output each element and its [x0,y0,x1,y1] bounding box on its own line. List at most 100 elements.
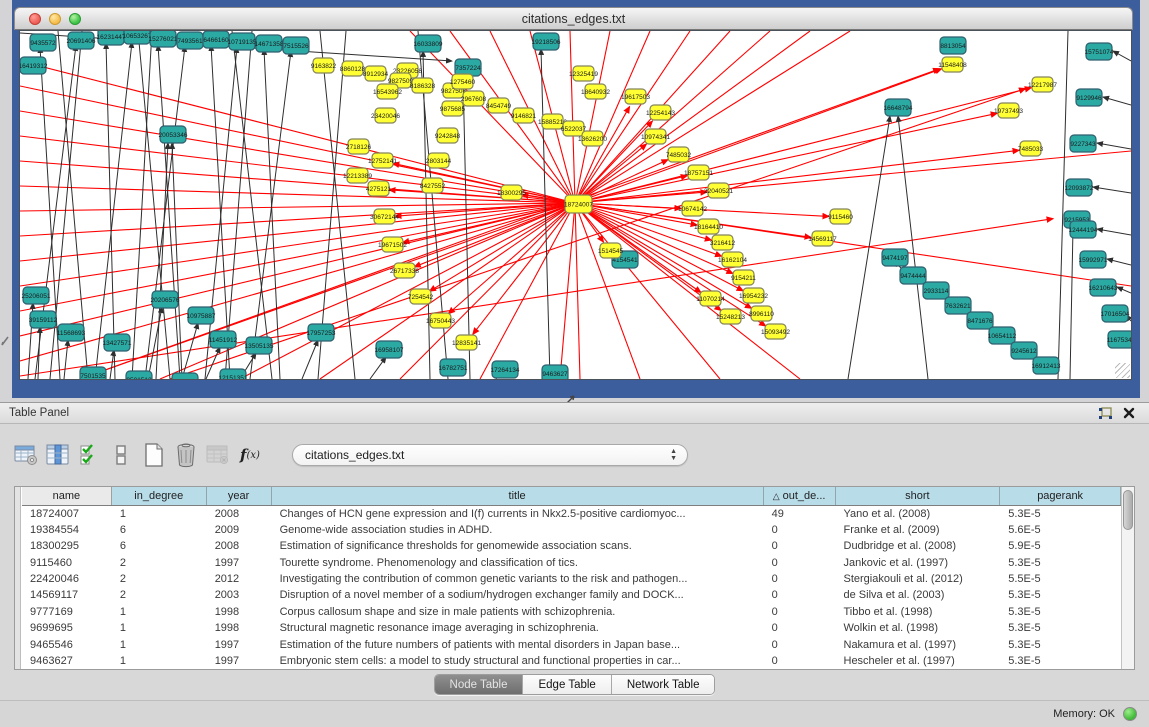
graph-node[interactable]: 13626200 [578,131,607,146]
table-cell[interactable]: Corpus callosum shape and size in male p… [272,604,764,620]
graph-node[interactable]: 9501513 [126,371,152,379]
graph-node[interactable]: 16782751 [439,359,468,376]
graph-node[interactable]: 9163822 [311,58,337,73]
table-cell[interactable]: Estimation of significance thresholds fo… [272,539,764,555]
graph-node[interactable]: 7485033 [1018,141,1044,156]
table-row[interactable]: 2242004622012Investigating the contribut… [22,572,1121,588]
table-cell[interactable]: 5.5E-5 [1000,572,1121,588]
graph-node[interactable]: 16210643 [1089,279,1118,296]
graph-node[interactable]: 14671358 [255,35,284,52]
graph-node[interactable]: 9115460 [828,209,853,224]
select-rows-icon[interactable] [78,442,102,468]
graph-node[interactable]: 16648794 [884,99,913,116]
graph-node[interactable]: 10654112 [988,327,1017,344]
table-cell[interactable]: 49 [764,506,836,522]
graph-node[interactable]: 30672144 [370,209,399,224]
table-cell[interactable]: 9699695 [22,621,112,637]
table-cell[interactable]: Changes of HCN gene expression and I(f) … [272,506,764,522]
graph-node[interactable]: 2803144 [426,153,452,168]
tab-node-table[interactable]: Node Table [435,675,524,694]
graph-node[interactable]: 4275121 [366,181,392,196]
table-cell[interactable]: 1 [112,637,207,653]
table-cell[interactable]: 2003 [207,588,272,604]
table-cell[interactable]: Investigating the contribution of common… [272,572,764,588]
table-cell[interactable]: 19384554 [22,522,112,538]
minimize-window-button[interactable] [49,13,61,25]
table-cell[interactable]: 5.3E-5 [1000,621,1121,637]
graph-node[interactable]: 16419312 [20,57,48,74]
close-window-button[interactable] [29,13,41,25]
import-table-icon[interactable] [206,442,230,468]
graph-node[interactable]: 16543962 [373,84,402,99]
window-titlebar[interactable]: citations_edges.txt [14,7,1133,30]
table-row[interactable]: 1872400712008Changes of HCN gene express… [22,506,1121,522]
graph-node[interactable]: 19617503 [621,89,650,104]
graph-node[interactable]: 12325419 [569,66,598,81]
table-cell[interactable]: Embryonic stem cells: a model to study s… [272,654,764,669]
tab-network-table[interactable]: Network Table [612,675,715,694]
graph-node[interactable]: 15015352 [171,373,200,379]
table-cell[interactable]: 5.3E-5 [1000,555,1121,571]
graph-node[interactable]: 11070214 [696,291,725,306]
table-cell[interactable]: 9777169 [22,604,112,620]
table-cell[interactable]: Estimation of the future numbers of pati… [272,637,764,653]
close-panel-icon[interactable] [1123,407,1135,419]
table-cell[interactable]: 2012 [207,572,272,588]
column-header-year[interactable]: year [207,487,272,505]
graph-node[interactable]: 13505135 [245,337,274,354]
table-cell[interactable]: 0 [764,572,836,588]
toggle-panel-icon[interactable] [110,442,134,468]
graph-node[interactable]: 18724007 [564,195,593,213]
scrollbar-thumb[interactable] [1123,490,1133,530]
table-cell[interactable]: 6 [112,539,207,555]
table-cell[interactable]: 9465546 [22,637,112,653]
graph-node[interactable]: 10653267 [123,31,152,44]
table-cell[interactable]: Stergiakouli et al. (2012) [836,572,1001,588]
graph-node[interactable]: 7515526 [283,37,309,54]
graph-node[interactable]: 8912934 [363,66,389,81]
graph-node[interactable]: 11548408 [938,57,967,72]
graph-node[interactable]: 19737493 [994,103,1023,118]
graph-node[interactable]: 13427571 [103,334,132,351]
table-cell[interactable]: 2008 [207,506,272,522]
graph-node[interactable]: 12093872 [1065,179,1094,196]
graph-node[interactable]: 8860128 [340,61,366,76]
graph-node[interactable]: 9129946 [1076,89,1102,106]
table-row[interactable]: 1830029562008Estimation of significance … [22,539,1121,555]
graph-node[interactable]: 18164410 [694,219,723,234]
table-cell[interactable]: 0 [764,604,836,620]
table-cell[interactable]: 1 [112,621,207,637]
table-settings-icon[interactable] [14,442,38,468]
table-row[interactable]: 946554611997Estimation of the future num… [22,637,1121,653]
graph-node[interactable]: 9474197 [882,249,908,266]
graph-node[interactable]: 17016504 [1101,305,1130,322]
table-cell[interactable]: Nakamura et al. (1997) [836,637,1001,653]
column-header-short[interactable]: short [836,487,1001,505]
table-cell[interactable]: 0 [764,621,836,637]
column-header-pagerank[interactable]: pagerank [1000,487,1121,505]
graph-node[interactable]: 39159112 [29,311,58,328]
table-cell[interactable]: Disruption of a novel member of a sodium… [272,588,764,604]
table-cell[interactable]: 5.3E-5 [1000,604,1121,620]
table-cell[interactable]: 5.3E-5 [1000,506,1121,522]
graph-node[interactable]: 15248213 [716,309,745,324]
table-cell[interactable]: 5.6E-5 [1000,522,1121,538]
tab-edge-table[interactable]: Edge Table [523,675,611,694]
float-panel-icon[interactable] [1098,407,1113,420]
graph-node[interactable]: 10674142 [678,201,707,216]
graph-node[interactable]: 8471676 [967,312,993,329]
column-header-title[interactable]: title [272,487,764,505]
table-cell[interactable]: 9115460 [22,555,112,571]
show-columns-icon[interactable] [46,442,70,468]
graph-node[interactable]: 12444194 [1069,221,1098,238]
graph-node[interactable]: 16954232 [739,288,768,303]
table-cell[interactable]: 1998 [207,604,272,620]
graph-node[interactable]: 15093492 [761,324,790,339]
vertical-scrollbar[interactable] [1121,487,1134,669]
table-cell[interactable]: 0 [764,654,836,669]
graph-node[interactable]: 2933114 [923,282,949,299]
graph-node[interactable]: 18757151 [684,165,713,180]
graph-node[interactable]: 7632621 [945,297,971,314]
table-cell[interactable]: 5.3E-5 [1000,654,1121,669]
graph-node[interactable]: 12213389 [343,168,372,183]
